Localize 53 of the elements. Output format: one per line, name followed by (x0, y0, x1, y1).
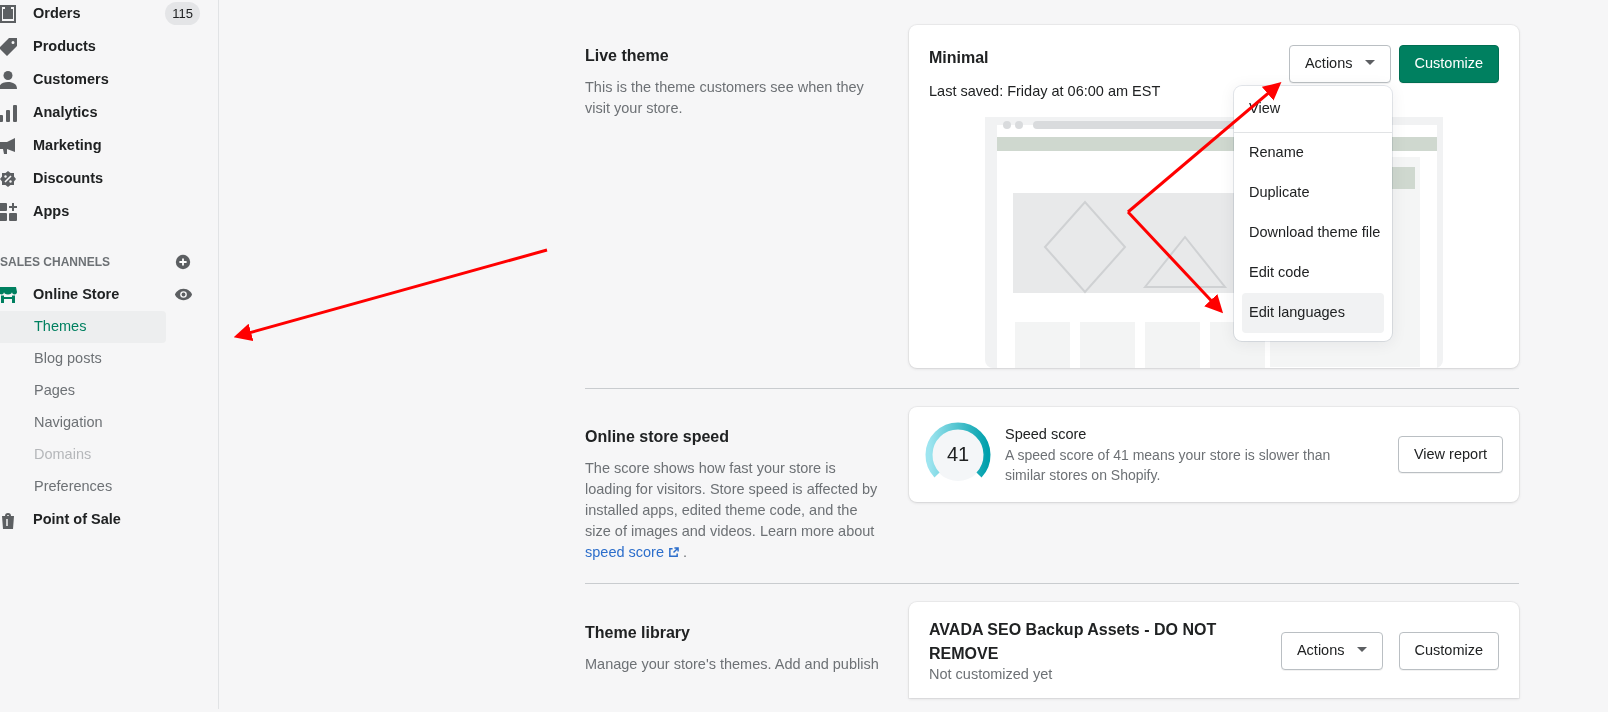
saved-time: Last saved: Friday at 06:00 am EST (929, 82, 1161, 101)
nav-subitem[interactable]: Preferences (0, 471, 166, 503)
help-link[interactable]: speed score (585, 544, 680, 561)
person-icon (0, 69, 18, 90)
section-title: Theme library (585, 623, 691, 643)
caret-icon (1364, 60, 1375, 66)
menu-item[interactable]: Rename (1242, 133, 1384, 173)
section-description: This is the theme customers see when they visit your store. (585, 78, 865, 119)
nav-item[interactable]: Analytics (0, 96, 218, 129)
section-description: Manage your store's themes. Add and publish (585, 655, 879, 675)
add-icon[interactable] (174, 252, 192, 271)
tag-icon (0, 36, 18, 57)
apps-grid-icon (0, 201, 18, 222)
nav-item[interactable]: Point of Sale (0, 503, 218, 536)
nav-item[interactable]: Products (0, 30, 218, 63)
count-badge: 115 (165, 1, 200, 26)
actions-button[interactable]: Actions (1288, 45, 1391, 83)
speed-description: A speed score of 41 means your store is slower than similar stores on Shopify. (1005, 446, 1332, 486)
menu-item[interactable]: Edit languages (1242, 293, 1384, 333)
actions-button[interactable]: Actions (1280, 632, 1383, 670)
percent-badge-icon (0, 168, 18, 189)
customize-button[interactable]: Customize (1398, 632, 1499, 670)
menu-item[interactable]: Edit code (1242, 253, 1384, 293)
nav-item[interactable]: Apps (0, 195, 218, 228)
store-icon (0, 284, 18, 305)
speed-heading: Speed score (1005, 424, 1088, 444)
theme-status: Not customized yet (929, 666, 1054, 684)
nav-subitem[interactable]: Navigation (0, 407, 166, 439)
section-heading: SALES CHANNELS (0, 253, 110, 271)
megaphone-icon (0, 135, 18, 156)
theme-name: AVADA SEO Backup Assets - DO NOT REMOVE (929, 620, 1218, 665)
section-description: The score shows how fast your store is loading for visitors. Store speed is affected by installed apps, edited theme code, and the size of images and videos. Learn more about speed score . (585, 459, 879, 563)
menu-item[interactable]: Duplicate (1242, 173, 1384, 213)
nav-item[interactable]: Online Store (0, 278, 218, 311)
view-report-button[interactable]: View report (1397, 435, 1503, 474)
section-title: Online store speed (585, 427, 731, 447)
nav-item[interactable]: Discounts (0, 162, 218, 195)
external-link-icon (668, 547, 680, 559)
nav-item[interactable]: Marketing (0, 129, 218, 162)
customize-button[interactable]: Customize (1398, 45, 1499, 83)
nav-item[interactable]: Customers (0, 63, 218, 96)
nav-item[interactable]: Orders 115 (0, 0, 218, 30)
download-tray-icon (0, 3, 18, 24)
speed-score: 41 (945, 441, 971, 467)
menu-item[interactable]: View (1242, 86, 1384, 132)
nav-subitem[interactable]: Themes (0, 311, 166, 343)
menu-item[interactable]: Download theme file (1242, 213, 1384, 253)
section-title: Live theme (585, 46, 670, 66)
nav-subitem[interactable]: Pages (0, 375, 166, 407)
bar-chart-icon (0, 102, 18, 123)
caret-icon (1356, 647, 1367, 654)
nav-subitem[interactable]: Blog posts (0, 343, 166, 375)
theme-name: Minimal (929, 48, 990, 68)
